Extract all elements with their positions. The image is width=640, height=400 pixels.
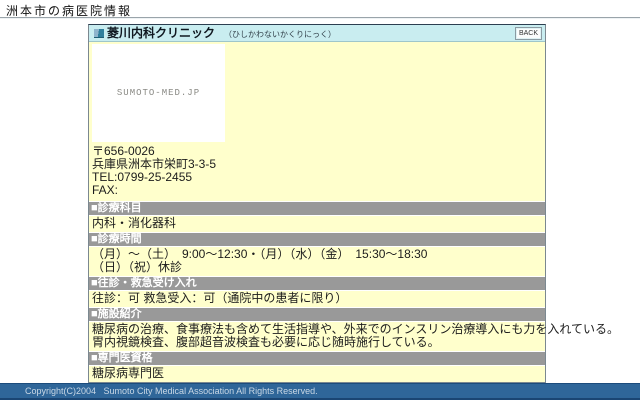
- section-header-specialist: ■専門医資格: [89, 352, 545, 366]
- section-content-specialist: 糖尿病専門医: [89, 366, 545, 382]
- back-button[interactable]: BACK: [515, 27, 542, 40]
- section-content-facility: 糖尿病の治療、食事療法も含めて生活指導や、外来でのインスリン治療導入にも力を入れ…: [89, 322, 545, 352]
- clinic-photo-placeholder: SUMOTO-MED.JP: [92, 44, 225, 142]
- section-content-housecalls: 往診：可 救急受入：可（通院中の患者に限り）: [89, 291, 545, 308]
- section-line: 糖尿病専門医: [92, 367, 542, 380]
- tel-number: TEL:0799-25-2455: [92, 171, 542, 184]
- clinic-card-header: 菱川内科クリニック （ひしかわないかくりにっく） BACK: [89, 25, 545, 42]
- address-block: 〒656-0026 兵庫県洲本市栄町3-3-5 TEL:0799-25-2455…: [92, 145, 542, 197]
- clinic-info-cell: SUMOTO-MED.JP 〒656-0026 兵庫県洲本市栄町3-3-5 TE…: [89, 42, 545, 202]
- section-line: （日）（祝）休診: [92, 261, 542, 274]
- section-header-departments: ■診療科目: [89, 202, 545, 216]
- title-divider: [0, 17, 640, 19]
- section-header-facility: ■施設紹介: [89, 308, 545, 322]
- section-content-departments: 内科・消化器科: [89, 216, 545, 233]
- section-header-housecalls: ■往診・救急受け入れ: [89, 277, 545, 291]
- clinic-furigana: （ひしかわないかくりにっく）: [224, 27, 336, 40]
- fax-number: FAX:: [92, 184, 542, 197]
- clinic-name: 菱川内科クリニック: [107, 25, 215, 41]
- section-line: 内科・消化器科: [92, 217, 542, 230]
- photo-placeholder-text: SUMOTO-MED.JP: [117, 88, 200, 98]
- clinic-card: 菱川内科クリニック （ひしかわないかくりにっく） BACK SUMOTO-MED…: [88, 24, 546, 383]
- section-line: 往診：可 救急受入：可（通院中の患者に限り）: [92, 292, 542, 305]
- section-header-hours: ■診療時間: [89, 233, 545, 247]
- section-content-hours: （月）～（土） 9:00～12:30・（月）（水）（金） 15:30～18:30…: [89, 247, 545, 277]
- document-icon: [94, 29, 104, 38]
- footer-bar: Copyright(C)2004 Sumoto City Medical Ass…: [0, 383, 640, 400]
- copyright-text: Copyright(C)2004 Sumoto City Medical Ass…: [0, 384, 640, 398]
- section-line: 胃内視鏡検査、腹部超音波検査も必要に応じ随時施行している。: [92, 336, 542, 349]
